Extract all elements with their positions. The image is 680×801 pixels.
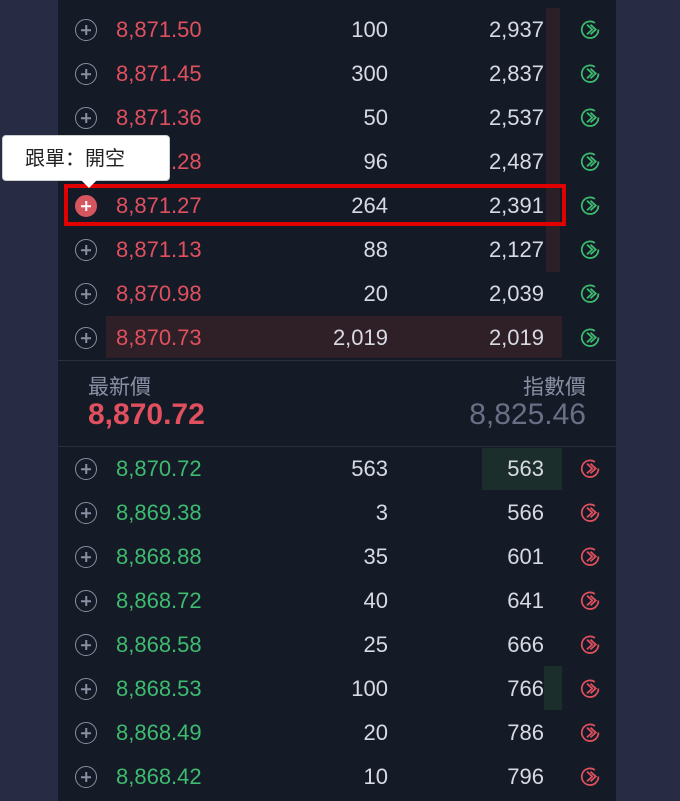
ask-quantity: 100 xyxy=(351,17,388,42)
ask-price: 8,871.36 xyxy=(116,105,202,130)
plus-circle-icon[interactable] xyxy=(75,502,97,524)
red-arrow-circle-icon[interactable] xyxy=(580,634,601,655)
ask-row[interactable]: 8,871.13 88 2,127 xyxy=(58,228,616,272)
last-price-label: 最新價 xyxy=(88,376,151,399)
ask-cumulative: 2,487 xyxy=(488,149,544,174)
bid-quantity: 100 xyxy=(351,676,388,701)
ask-quantity: 88 xyxy=(363,237,388,262)
plus-circle-icon[interactable] xyxy=(75,722,97,744)
ask-cumulative: 2,019 xyxy=(488,325,544,350)
bid-cumulative: 666 xyxy=(507,632,544,657)
bid-price: 8,868.58 xyxy=(116,632,202,657)
green-arrow-circle-icon[interactable] xyxy=(580,239,601,260)
plus-circle-icon[interactable] xyxy=(75,63,97,85)
last-price-value: 8,870.72 xyxy=(88,398,205,431)
bid-cumulative: 601 xyxy=(507,544,544,569)
plus-circle-icon[interactable] xyxy=(75,327,97,349)
bid-price: 8,869.38 xyxy=(116,500,202,525)
ask-price: 8,871.45 xyxy=(116,61,202,86)
bid-quantity: 40 xyxy=(363,588,388,613)
bid-row[interactable]: 8,868.72 40 641 xyxy=(58,579,616,623)
bid-row[interactable]: 8,868.88 35 601 xyxy=(58,535,616,579)
red-arrow-circle-icon[interactable] xyxy=(580,458,601,479)
plus-circle-icon[interactable] xyxy=(75,107,97,129)
ask-cumulative: 2,937 xyxy=(488,17,544,42)
bid-quantity: 563 xyxy=(351,456,388,481)
green-arrow-circle-icon[interactable] xyxy=(580,283,601,304)
bid-price: 8,868.88 xyxy=(116,544,202,569)
bid-quantity: 25 xyxy=(363,632,388,657)
bid-cumulative: 796 xyxy=(507,764,544,789)
plus-circle-icon[interactable] xyxy=(75,458,97,480)
bid-row[interactable]: 8,870.72 563 563 xyxy=(58,447,616,491)
ask-price: 8,871.50 xyxy=(116,17,202,42)
bid-cumulative: 563 xyxy=(507,456,544,481)
ask-price: 8,870.73 xyxy=(116,325,202,350)
ask-quantity: 96 xyxy=(363,149,388,174)
green-arrow-circle-icon[interactable] xyxy=(580,327,601,348)
bid-row[interactable]: 8,868.58 25 666 xyxy=(58,623,616,667)
ask-row[interactable]: 8,871.50 100 2,937 xyxy=(58,8,616,52)
plus-circle-icon[interactable] xyxy=(75,239,97,261)
plus-circle-icon[interactable] xyxy=(75,634,97,656)
bid-cumulative: 786 xyxy=(507,720,544,745)
bid-quantity: 3 xyxy=(375,500,388,525)
divider xyxy=(58,360,616,361)
tooltip: 跟單：開空 xyxy=(2,135,170,188)
green-arrow-circle-icon[interactable] xyxy=(580,19,601,40)
red-arrow-circle-icon[interactable] xyxy=(580,678,601,699)
index-price-label: 指數價 xyxy=(523,376,586,399)
plus-circle-icon[interactable] xyxy=(75,19,97,41)
green-arrow-circle-icon[interactable] xyxy=(580,107,601,128)
ask-quantity: 2,019 xyxy=(332,325,388,350)
bid-row[interactable]: 8,868.42 10 796 xyxy=(58,755,616,799)
red-arrow-circle-icon[interactable] xyxy=(580,590,601,611)
red-arrow-circle-icon[interactable] xyxy=(580,722,601,743)
ask-price: 8,870.98 xyxy=(116,281,202,306)
ask-quantity: 300 xyxy=(351,61,388,86)
plus-circle-icon[interactable] xyxy=(75,766,97,788)
red-arrow-circle-icon[interactable] xyxy=(580,502,601,523)
ask-row[interactable]: 8,870.98 20 2,039 xyxy=(58,272,616,316)
ask-quantity: 20 xyxy=(363,281,388,306)
ask-cumulative: 2,537 xyxy=(488,105,544,130)
ask-cumulative: 2,039 xyxy=(488,281,544,306)
plus-circle-icon[interactable] xyxy=(75,590,97,612)
bid-cumulative: 766 xyxy=(507,676,544,701)
ask-row[interactable]: 8,871.36 50 2,537 xyxy=(58,96,616,140)
bid-quantity: 10 xyxy=(363,764,388,789)
green-arrow-circle-icon[interactable] xyxy=(580,63,601,84)
bid-price: 8,868.42 xyxy=(116,764,202,789)
ask-row[interactable]: 8,871.45 300 2,837 xyxy=(58,52,616,96)
selected-row-highlight xyxy=(64,184,566,226)
plus-circle-icon[interactable] xyxy=(75,546,97,568)
index-price-value: 8,825.46 xyxy=(469,398,586,431)
ask-row[interactable]: 8,870.73 2,019 2,019 xyxy=(58,316,616,360)
plus-circle-icon[interactable] xyxy=(75,678,97,700)
bid-row[interactable]: 8,868.49 20 786 xyxy=(58,711,616,755)
green-arrow-circle-icon[interactable] xyxy=(580,195,601,216)
bid-cumulative: 641 xyxy=(507,588,544,613)
bid-row[interactable]: 8,868.53 100 766 xyxy=(58,667,616,711)
ask-price: 8,871.13 xyxy=(116,237,202,262)
bid-price: 8,870.72 xyxy=(116,456,202,481)
bid-quantity: 35 xyxy=(363,544,388,569)
plus-circle-icon[interactable] xyxy=(75,283,97,305)
bid-cumulative: 566 xyxy=(507,500,544,525)
bid-price: 8,868.72 xyxy=(116,588,202,613)
ask-cumulative: 2,127 xyxy=(488,237,544,262)
order-book-panel: 8,871.50 100 2,937 8,871.45 300 2,837 8,871.36… xyxy=(58,0,616,801)
bid-price: 8,868.49 xyxy=(116,720,202,745)
bid-quantity: 20 xyxy=(363,720,388,745)
ask-cumulative: 2,837 xyxy=(488,61,544,86)
red-arrow-circle-icon[interactable] xyxy=(580,766,601,787)
bid-price: 8,868.53 xyxy=(116,676,202,701)
red-arrow-circle-icon[interactable] xyxy=(580,546,601,567)
ask-quantity: 50 xyxy=(363,105,388,130)
bid-row[interactable]: 8,869.38 3 566 xyxy=(58,491,616,535)
green-arrow-circle-icon[interactable] xyxy=(580,151,601,172)
